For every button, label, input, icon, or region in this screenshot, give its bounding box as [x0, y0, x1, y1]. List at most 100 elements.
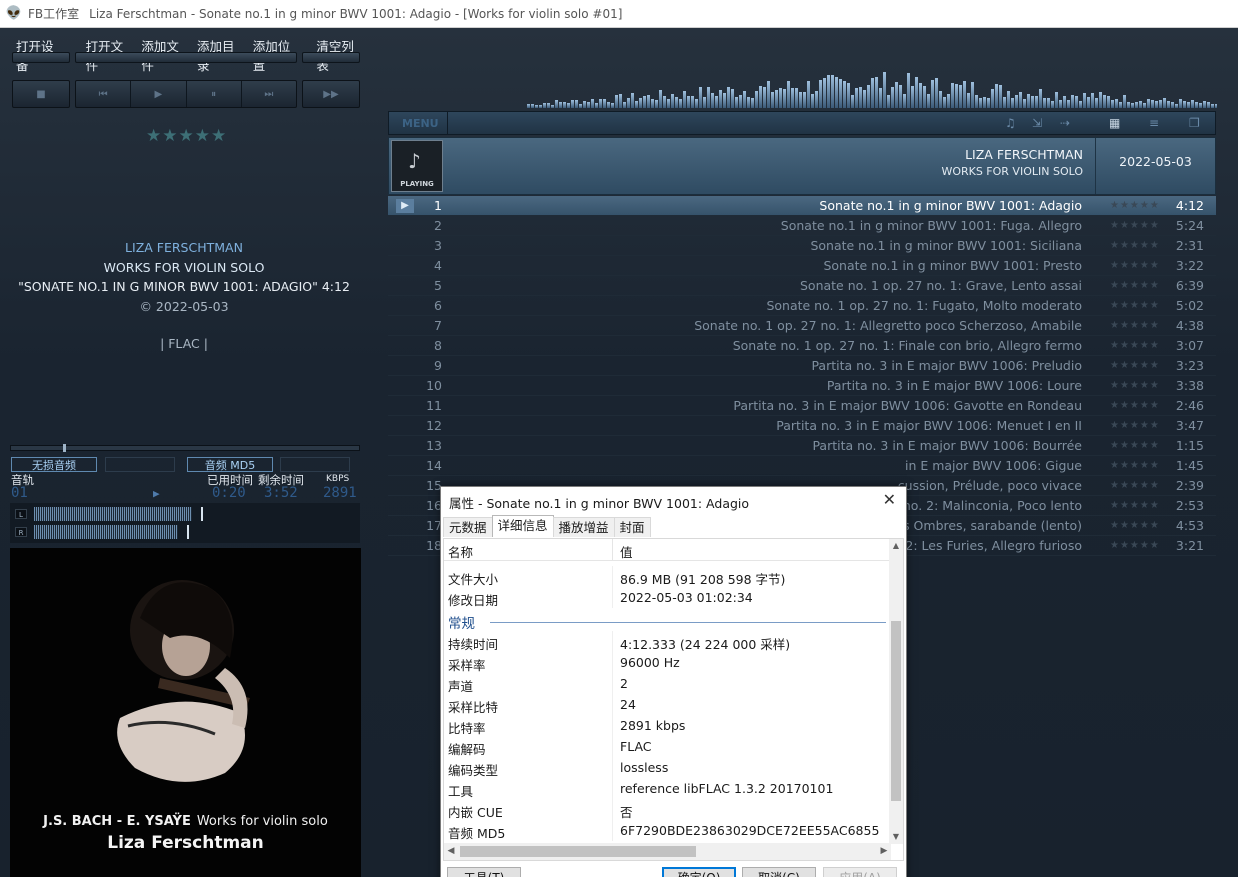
- track-rating-stars[interactable]: ★★★★★: [1110, 496, 1160, 516]
- tab-details[interactable]: 详细信息: [491, 515, 554, 537]
- property-row[interactable]: 音频 MD5 6F7290BDE23863029DCE72EE55AC6855: [444, 820, 891, 841]
- track-rating-stars[interactable]: ★★★★★: [1110, 276, 1160, 296]
- play-button[interactable]: ▶: [131, 81, 187, 107]
- track-rating-stars[interactable]: ★★★★★: [1110, 296, 1160, 316]
- close-icon[interactable]: ✕: [883, 490, 896, 509]
- column-name-header[interactable]: 名称: [448, 542, 473, 561]
- track-rating-stars[interactable]: ★★★★★: [1110, 336, 1160, 356]
- spectrum-bar: [963, 81, 966, 108]
- playlist-row[interactable]: 13 Partita no. 3 in E major BWV 1006: Bou…: [388, 436, 1216, 456]
- scroll-up-icon[interactable]: ▲: [889, 539, 903, 553]
- spectrum-bar: [951, 83, 954, 108]
- vertical-scroll-thumb[interactable]: [891, 621, 901, 801]
- playlist-row[interactable]: ▶ 1 Sonate no.1 in g minor BWV 1001: Adagi…: [388, 196, 1216, 216]
- property-name: 编码类型: [448, 763, 499, 778]
- property-row[interactable]: 内嵌 CUE 否: [444, 799, 891, 820]
- pause-button[interactable]: ⏸: [187, 81, 242, 107]
- property-row[interactable]: 采样率 96000 Hz: [444, 652, 891, 673]
- spectrum-bar: [675, 97, 678, 108]
- music-note-icon[interactable]: ♫: [1005, 116, 1016, 130]
- spectrum-bar: [787, 81, 790, 108]
- random-play-button[interactable]: ▶▶: [303, 81, 359, 107]
- spectrum-bar: [1199, 103, 1202, 108]
- row-divider: [612, 778, 613, 799]
- spectrum-bar: [1083, 93, 1086, 108]
- spectrum-bar: [895, 82, 898, 108]
- track-rating-stars[interactable]: ★★★★★: [1110, 316, 1160, 336]
- details-header: 名称 值: [444, 539, 891, 561]
- property-row[interactable]: 编码类型 lossless: [444, 757, 891, 778]
- property-row[interactable]: 采样比特 24: [444, 694, 891, 715]
- playlist-row[interactable]: 5 Sonate no. 1 op. 27 no. 1: Grave, Lento…: [388, 276, 1216, 296]
- seek-bar[interactable]: [10, 444, 360, 452]
- track-rating-stars[interactable]: ★★★★★: [1110, 456, 1160, 476]
- next-button[interactable]: ⏭: [242, 81, 296, 107]
- spectrum-bar: [875, 77, 878, 108]
- track-rating-stars[interactable]: ★★★★★: [1110, 396, 1160, 416]
- playlist-row[interactable]: 14 in E major BWV 1006: Gigue ★★★★★ 1:45: [388, 456, 1216, 476]
- playlist-row[interactable]: 4 Sonate no.1 in g minor BWV 1001: Presto…: [388, 256, 1216, 276]
- grid-view-icon[interactable]: ▦: [1109, 116, 1120, 130]
- property-row[interactable]: 文件大小 86.9 MB (91 208 598 字节): [444, 566, 891, 587]
- tools-button[interactable]: 工具(T): [447, 867, 521, 877]
- property-row[interactable]: 编解码 FLAC: [444, 736, 891, 757]
- tab-replaygain[interactable]: 播放增益: [552, 517, 615, 537]
- playlist-row[interactable]: 3 Sonate no.1 in g minor BWV 1001: Sicili…: [388, 236, 1216, 256]
- playlist-row[interactable]: 2 Sonate no.1 in g minor BWV 1001: Fuga. …: [388, 216, 1216, 236]
- property-row[interactable]: 工具 reference libFLAC 1.3.2 20170101: [444, 778, 891, 799]
- spectrum-bar: [931, 80, 934, 108]
- track-rating-stars[interactable]: ★★★★★: [1110, 476, 1160, 496]
- property-row[interactable]: 修改日期 2022-05-03 01:02:34: [444, 587, 891, 608]
- playlist-menu-button[interactable]: MENU: [402, 117, 439, 130]
- scroll-down-icon[interactable]: ▼: [889, 830, 903, 844]
- playlist-row[interactable]: 10 Partita no. 3 in E major BWV 1006: Lou…: [388, 376, 1216, 396]
- column-divider[interactable]: [612, 539, 613, 561]
- playlist-row[interactable]: 7 Sonate no. 1 op. 27 no. 1: Allegretto p…: [388, 316, 1216, 336]
- playlist-row[interactable]: 12 Partita no. 3 in E major BWV 1006: Men…: [388, 416, 1216, 436]
- spectrum-bar: [591, 99, 594, 108]
- property-row[interactable]: 持续时间 4:12.333 (24 224 000 采样): [444, 631, 891, 652]
- previous-button[interactable]: ⏮: [76, 81, 132, 107]
- tab-metadata[interactable]: 元数据: [443, 517, 493, 537]
- list-view-icon[interactable]: ≡: [1149, 116, 1159, 130]
- property-row[interactable]: 声道 2: [444, 673, 891, 694]
- track-rating-stars[interactable]: ★★★★★: [1110, 436, 1160, 456]
- track-title: in E major BWV 1006: Gigue: [904, 458, 1082, 473]
- track-rating-stars[interactable]: ★★★★★: [1110, 236, 1160, 256]
- scroll-left-icon[interactable]: ◀: [444, 843, 458, 860]
- vertical-scrollbar[interactable]: ▲ ▼: [889, 539, 903, 844]
- track-rating-stars[interactable]: ★★★★★: [1110, 376, 1160, 396]
- track-rating-stars[interactable]: ★★★★★: [1110, 196, 1160, 216]
- property-row[interactable]: 比特率 2891 kbps: [444, 715, 891, 736]
- horizontal-scroll-thumb[interactable]: [460, 846, 696, 857]
- apply-button[interactable]: 应用(A): [823, 867, 897, 877]
- track-rating-stars[interactable]: ★★★★★: [1110, 516, 1160, 536]
- tab-cover[interactable]: 封面: [613, 517, 651, 537]
- track-rating-stars[interactable]: ★★★★★: [1110, 536, 1160, 556]
- ok-button[interactable]: 确定(O): [662, 867, 736, 877]
- track-rating-stars[interactable]: ★★★★★: [1110, 216, 1160, 236]
- horizontal-scrollbar[interactable]: ◀ ▶: [444, 843, 891, 860]
- cancel-button[interactable]: 取消(C): [742, 867, 816, 877]
- playlist-row[interactable]: 11 Partita no. 3 in E major BWV 1006: Gav…: [388, 396, 1216, 416]
- property-name: 编解码: [448, 742, 486, 757]
- rating-stars[interactable]: ★★★★★: [146, 126, 227, 146]
- row-divider: [612, 631, 613, 652]
- route-icon[interactable]: ⇢: [1060, 116, 1070, 130]
- playlist-row[interactable]: 9 Partita no. 3 in E major BWV 1006: Prel…: [388, 356, 1216, 376]
- import-icon[interactable]: ⇲: [1032, 116, 1042, 130]
- playlist-row[interactable]: 8 Sonate no. 1 op. 27 no. 1: Finale con b…: [388, 336, 1216, 356]
- column-value-header[interactable]: 值: [620, 542, 633, 561]
- spectrum-bar: [935, 78, 938, 108]
- spectrum-bar: [599, 99, 602, 108]
- stop-button[interactable]: ■: [13, 81, 69, 107]
- window-mode-icon[interactable]: ❐: [1189, 116, 1200, 130]
- playlist-row[interactable]: 6 Sonate no. 1 op. 27 no. 1: Fugato, Molt…: [388, 296, 1216, 316]
- seek-knob[interactable]: [63, 444, 66, 452]
- track-rating-stars[interactable]: ★★★★★: [1110, 256, 1160, 276]
- menu-strip-3: [302, 52, 360, 63]
- track-rating-stars[interactable]: ★★★★★: [1110, 416, 1160, 436]
- scroll-right-icon[interactable]: ▶: [877, 843, 891, 860]
- track-rating-stars[interactable]: ★★★★★: [1110, 356, 1160, 376]
- now-playing-artist: LIZA FERSCHTMAN: [125, 240, 243, 255]
